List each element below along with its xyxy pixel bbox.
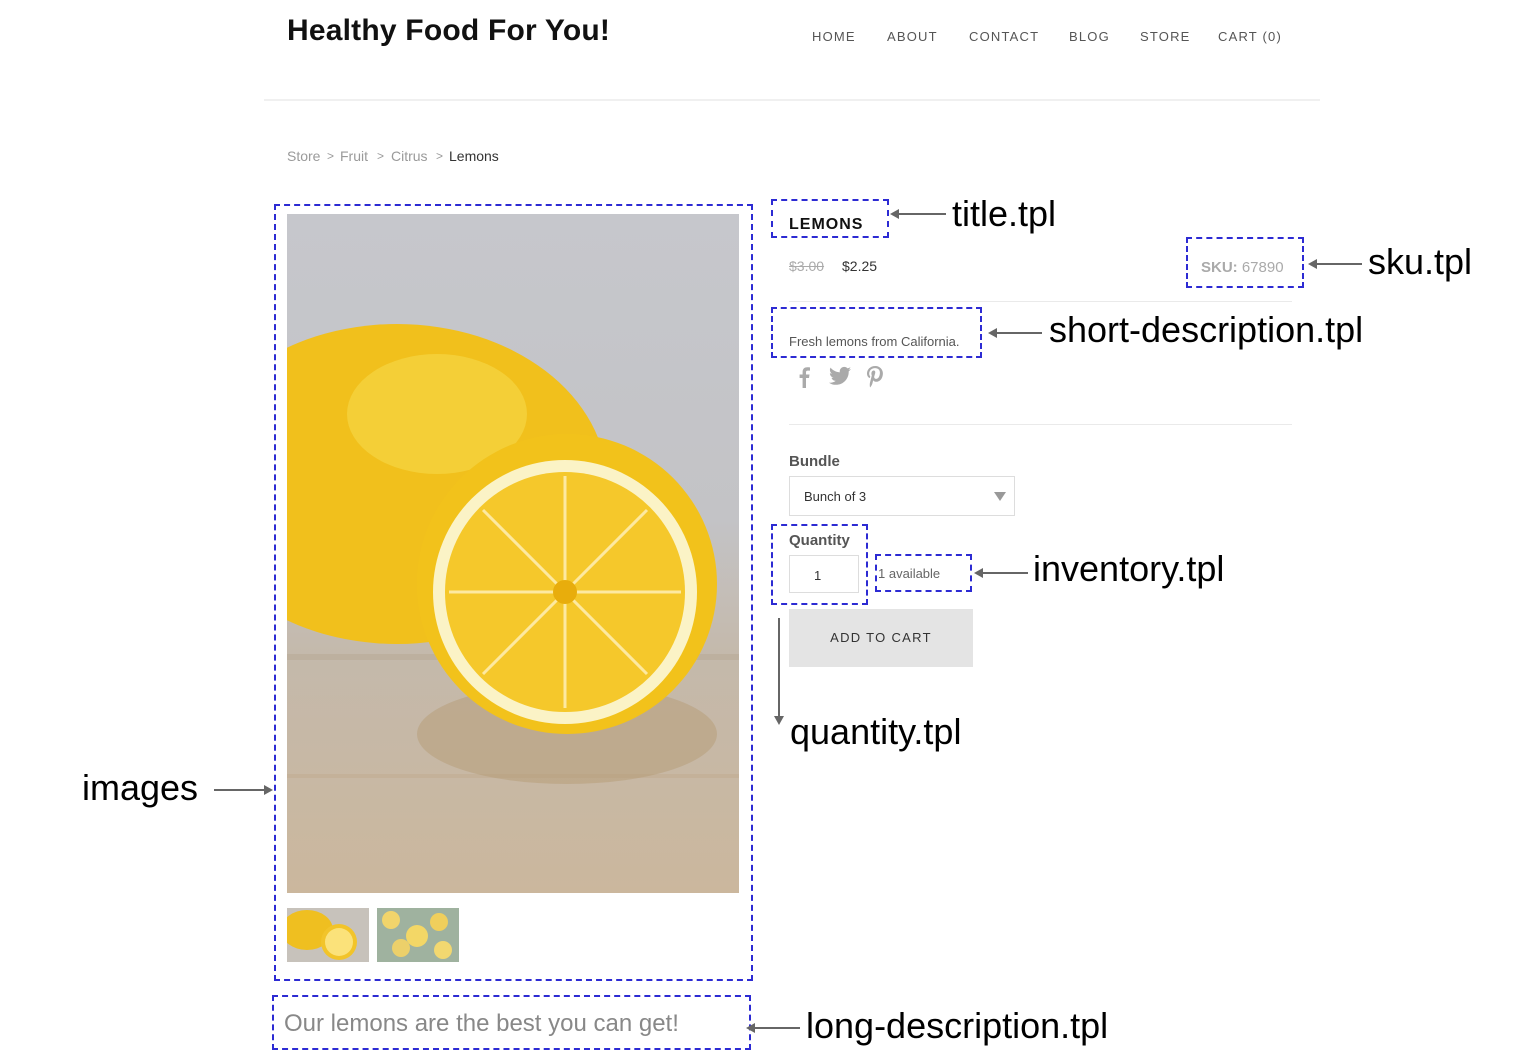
short-description-annotation-box [771,307,982,358]
add-to-cart-button[interactable]: ADD TO CART [789,609,973,667]
annotation-long-description: long-description.tpl [806,1005,1109,1046]
sku-value: 67890 [1241,259,1284,276]
bundle-label: Bundle [789,453,840,470]
bundle-select[interactable]: Bunch of 3 [789,476,1015,516]
breadcrumb-lemons: Lemons [449,148,499,164]
annotation-arrow [778,618,780,716]
arrow-head-icon [774,716,784,725]
annotation-arrow [1316,263,1362,265]
arrow-head-icon [1308,259,1317,269]
divider [789,301,1292,302]
annotation-images: images [82,767,199,808]
annotation-short-description: short-description.tpl [1049,309,1364,350]
breadcrumb-store[interactable]: Store [287,148,320,164]
arrow-head-icon [890,209,899,219]
annotation-arrow [214,789,264,791]
breadcrumb-separator: > [377,149,385,163]
thumbnail-lemons[interactable] [287,908,369,962]
facebook-icon[interactable] [797,366,819,388]
nav-cart[interactable]: CART (0) [1218,29,1282,44]
bundle-select-value: Bunch of 3 [804,489,867,504]
arrow-head-icon [988,328,997,338]
annotation-arrow [754,1027,800,1029]
breadcrumb-separator: > [436,149,444,163]
twitter-icon[interactable] [829,366,851,388]
annotation-quantity: quantity.tpl [790,711,962,752]
annotation-arrow [996,332,1042,334]
nav-contact[interactable]: CONTACT [969,29,1039,44]
annotation-title: title.tpl [952,193,1057,234]
sale-price: $2.25 [842,258,878,274]
thumbnail-lemons-image [287,908,369,962]
quantity-label: Quantity [789,532,850,549]
nav-store[interactable]: STORE [1140,29,1191,44]
chevron-down-icon [994,492,1006,501]
arrow-head-icon [974,568,983,578]
nav-about[interactable]: ABOUT [887,29,938,44]
original-price: $3.00 [789,258,825,274]
nav-blog[interactable]: BLOG [1069,29,1110,44]
breadcrumb-fruit[interactable]: Fruit [340,148,368,164]
long-description: Our lemons are the best you can get! [284,1010,679,1037]
sku: SKU: 67890 [1201,259,1284,276]
inventory-status: 1 available [878,566,941,581]
thumbnail-lemon-tree[interactable] [377,908,459,962]
breadcrumb-separator: > [327,149,335,163]
lemon-photo [287,324,739,784]
annotation-arrow [898,213,946,215]
annotation-inventory: inventory.tpl [1033,548,1225,589]
site-title[interactable]: Healthy Food For You! [287,14,610,48]
annotation-arrow [982,572,1028,574]
divider [789,424,1292,425]
thumbnail-lemon-tree-image [377,908,459,962]
nav-home[interactable]: HOME [812,29,856,44]
breadcrumb-citrus[interactable]: Citrus [391,148,428,164]
arrow-head-icon [264,785,273,795]
short-description: Fresh lemons from California. [789,334,960,349]
header-divider [264,99,1320,101]
pinterest-icon[interactable] [866,366,888,388]
quantity-input[interactable]: 1 [789,555,859,593]
sku-label: SKU: [1201,259,1238,276]
product-main-image[interactable] [287,214,739,893]
annotation-sku: sku.tpl [1368,241,1473,282]
product-title: LEMONS [789,216,864,233]
arrow-head-icon [746,1023,755,1033]
